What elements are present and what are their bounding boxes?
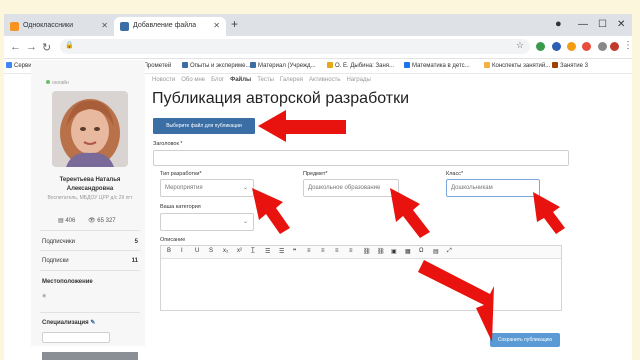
arrow-save — [418, 260, 494, 342]
arrow-class — [533, 192, 565, 234]
arrow-choose-file — [258, 110, 346, 142]
arrow-type — [252, 188, 290, 234]
arrow-subject — [390, 188, 430, 238]
annotation-arrows — [252, 110, 565, 342]
